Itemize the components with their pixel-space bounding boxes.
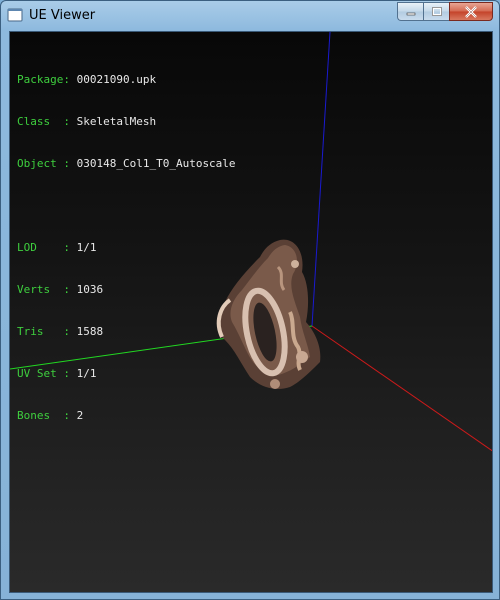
maximize-icon [431,6,442,16]
info-row-tris: Tris : 1588 [17,325,104,338]
z-axis-line [311,32,331,327]
title-bar[interactable]: UE Viewer [1,1,499,31]
info-row-object: Object : 030148_Col1_T0_Autoscale [17,157,236,170]
minimize-button[interactable] [397,2,423,21]
x-axis-line [311,325,492,452]
ue-viewer-app-icon [7,8,23,22]
window-title: UE Viewer [29,8,96,23]
info-row-verts: Verts : 1036 [17,283,104,296]
close-icon [465,5,477,18]
info-row-class: Class : SkeletalMesh [17,115,157,128]
3d-viewport[interactable]: Package: 00021090.upk Class : SkeletalMe… [9,31,493,593]
info-row-uvset: UV Set : 1/1 [17,367,97,380]
close-button[interactable] [449,2,493,21]
caption-buttons [397,2,493,21]
minimize-icon [406,12,415,15]
mesh-info-panel: Package: 00021090.upk Class : SkeletalMe… [17,45,236,451]
app-window: UE Viewer Package: 00021090.upk Class: … [0,0,500,600]
maximize-button[interactable] [423,2,449,21]
info-row-lod: LOD : 1/1 [17,241,97,254]
info-row-package: Package: 00021090.upk [17,73,157,86]
info-row-bones: Bones : 2 [17,409,84,422]
